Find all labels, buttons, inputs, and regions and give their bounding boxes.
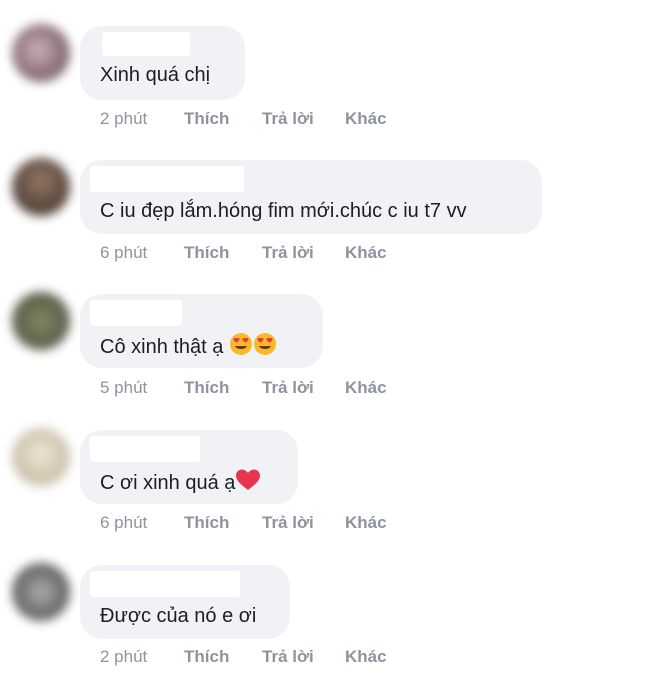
reply-button[interactable]: Trả lời — [262, 647, 314, 667]
comment-time[interactable]: 6 phút — [100, 243, 147, 263]
avatar[interactable] — [12, 158, 70, 216]
reply-button[interactable]: Trả lời — [262, 109, 314, 129]
comment-text-content: C ơi xinh quá ạ — [100, 472, 236, 494]
comment-text: C iu đẹp lắm.hóng fim mới.chúc c iu t7 v… — [100, 200, 467, 222]
comment-bubble: C iu đẹp lắm.hóng fim mới.chúc c iu t7 v… — [80, 160, 542, 234]
more-button[interactable]: Khác — [345, 513, 387, 533]
like-button[interactable]: Thích — [184, 513, 229, 533]
reply-button[interactable]: Trả lời — [262, 243, 314, 263]
like-button[interactable]: Thích — [184, 647, 229, 667]
comment-bubble: Được của nó e ơi — [80, 565, 290, 639]
heart-eyes-emoji-icon — [229, 332, 253, 362]
like-button[interactable]: Thích — [184, 109, 229, 129]
more-button[interactable]: Khác — [345, 647, 387, 667]
avatar[interactable] — [12, 563, 70, 621]
comment-text: Được của nó e ơi — [100, 605, 257, 627]
like-button[interactable]: Thích — [184, 243, 229, 263]
comment-text: Cô xinh thật ạ — [100, 332, 277, 362]
red-heart-emoji-icon — [235, 468, 261, 498]
commenter-name-redacted[interactable] — [90, 571, 240, 597]
reply-button[interactable]: Trả lời — [262, 378, 314, 398]
heart-eyes-emoji-icon — [253, 332, 277, 362]
comment-bubble: Xinh quá chị — [80, 26, 245, 100]
avatar[interactable] — [12, 292, 70, 350]
reply-button[interactable]: Trả lời — [262, 513, 314, 533]
comment-time[interactable]: 2 phút — [100, 109, 147, 129]
comment-text-content: Cô xinh thật ạ — [100, 336, 224, 358]
comment-time[interactable]: 6 phút — [100, 513, 147, 533]
commenter-name-redacted[interactable] — [90, 436, 200, 462]
comment-text: C ơi xinh quá ạ — [100, 468, 261, 498]
comment-time[interactable]: 5 phút — [100, 378, 147, 398]
commenter-name-redacted[interactable] — [90, 166, 244, 192]
avatar[interactable] — [12, 24, 70, 82]
more-button[interactable]: Khác — [345, 378, 387, 398]
avatar[interactable] — [12, 428, 70, 486]
comment-bubble: Cô xinh thật ạ — [80, 294, 323, 368]
like-button[interactable]: Thích — [184, 378, 229, 398]
commenter-name-redacted[interactable] — [90, 300, 182, 326]
commenter-name-redacted[interactable] — [102, 32, 190, 56]
comment-text: Xinh quá chị — [100, 64, 211, 86]
comment-bubble: C ơi xinh quá ạ — [80, 430, 298, 504]
more-button[interactable]: Khác — [345, 109, 387, 129]
comment-time[interactable]: 2 phút — [100, 647, 147, 667]
more-button[interactable]: Khác — [345, 243, 387, 263]
